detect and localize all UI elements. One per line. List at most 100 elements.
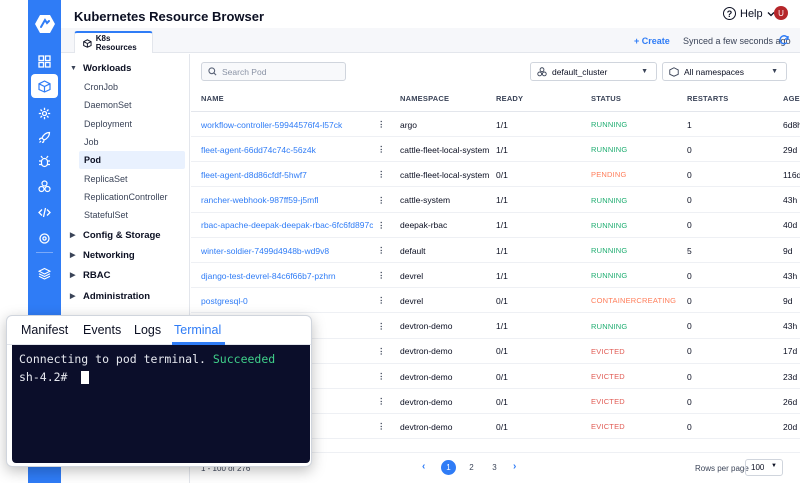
row-menu-icon[interactable]: ⋮ xyxy=(377,288,383,313)
pod-age: 43h xyxy=(783,321,798,332)
table-row[interactable]: fleet-agent-66dd74c74c-56z4k ⋮ cattle-flee… xyxy=(191,137,800,163)
rocket-deploy-icon[interactable] xyxy=(28,125,61,149)
next-page-icon[interactable]: › xyxy=(513,461,516,472)
tab-terminal[interactable]: Terminal xyxy=(174,323,221,337)
stack-layers-icon[interactable] xyxy=(28,261,61,285)
pod-namespace: deepak-rbac xyxy=(400,220,448,231)
tree-item-job[interactable]: Job xyxy=(61,133,185,151)
chevron-down-icon: ▼ xyxy=(771,68,778,75)
table-row[interactable]: postgresql-0 ⋮ devrel 0/1 CONTAINERCREATING 0… xyxy=(191,288,800,314)
namespace-select[interactable]: All namespaces ▼ xyxy=(662,62,787,81)
pod-name-link[interactable]: rancher-webhook-987ff59-j5mfl xyxy=(201,188,373,213)
page-2-button[interactable]: 2 xyxy=(464,460,479,475)
table-row[interactable]: winter-soldier-7499d4948b-wd9v8 ⋮ default 1… xyxy=(191,238,800,263)
pod-name-link[interactable]: django-test-devrel-84c6f66b7-pzhrn xyxy=(201,263,373,288)
cluster-select[interactable]: default_cluster ▼ xyxy=(530,62,657,81)
tree-item-deployment[interactable]: Deployment xyxy=(61,115,185,133)
pod-ready: 0/1 xyxy=(496,169,508,180)
tree-item-replicaset[interactable]: ReplicaSet xyxy=(61,170,185,188)
row-menu-icon[interactable]: ⋮ xyxy=(377,389,383,414)
search-input[interactable]: Search Pod xyxy=(201,62,346,81)
table-row[interactable]: rancher-webhook-987ff59-j5mfl ⋮ cattle-sys… xyxy=(191,188,800,213)
row-menu-icon[interactable]: ⋮ xyxy=(377,213,383,238)
clusters-icon[interactable] xyxy=(28,174,61,198)
pod-age: 17d xyxy=(783,346,798,357)
caret-right-icon: ▶ xyxy=(70,272,76,279)
row-menu-icon[interactable]: ⋮ xyxy=(377,162,383,187)
row-menu-icon[interactable]: ⋮ xyxy=(377,263,383,288)
page-3-button[interactable]: 3 xyxy=(487,460,502,475)
pod-restarts: 0 xyxy=(687,169,692,180)
bug-security-icon[interactable] xyxy=(28,149,61,173)
tab-k8s-resources[interactable]: K8s Resources xyxy=(74,31,153,53)
tree-item-statefulset[interactable]: StatefulSet xyxy=(61,206,185,224)
tab-logs[interactable]: Logs xyxy=(134,323,161,337)
pod-restarts: 0 xyxy=(687,346,692,357)
row-menu-icon[interactable]: ⋮ xyxy=(377,314,383,339)
column-header-name[interactable]: NAME xyxy=(201,94,224,103)
pod-name-link[interactable]: fleet-agent-d8d86cfdf-5hwf7 xyxy=(201,162,373,187)
tab-label: K8s Resources xyxy=(95,34,137,52)
pod-status: PENDING xyxy=(591,170,627,180)
pod-status: RUNNING xyxy=(591,271,628,281)
pod-age: 20d xyxy=(783,421,798,432)
apps-grid-icon[interactable] xyxy=(28,49,61,73)
devtron-logo-icon[interactable] xyxy=(34,14,56,34)
row-menu-icon[interactable]: ⋮ xyxy=(377,364,383,389)
row-menu-icon[interactable]: ⋮ xyxy=(377,188,383,213)
help-menu[interactable]: ? Help xyxy=(723,7,775,20)
pod-name-link[interactable]: postgresql-0 xyxy=(201,288,373,313)
user-avatar[interactable]: U xyxy=(774,6,788,20)
connection-status: Succeeded xyxy=(212,352,276,366)
terminal-connect-line: Connecting to pod terminal. Succeeded xyxy=(19,352,276,366)
row-menu-icon[interactable]: ⋮ xyxy=(377,339,383,364)
tree-item-daemonset[interactable]: DaemonSet xyxy=(61,96,185,114)
column-header-namespace[interactable]: NAMESPACE xyxy=(400,94,449,103)
settings-gear-icon[interactable] xyxy=(28,226,61,250)
code-icon[interactable] xyxy=(28,200,61,224)
table-row[interactable]: workflow-controller-59944576f4-l57ck ⋮ arg… xyxy=(191,112,800,137)
pod-name-link[interactable]: winter-soldier-7499d4948b-wd9v8 xyxy=(201,238,373,263)
tree-group-workloads[interactable]: ▼ Workloads xyxy=(61,59,185,77)
tree-item-cronjob[interactable]: CronJob xyxy=(61,78,185,96)
row-menu-icon[interactable]: ⋮ xyxy=(377,112,383,137)
table-row[interactable]: rbac-apache-deepak-deepak-rbac-6fc6fd897… xyxy=(191,213,800,238)
pod-namespace: devtron-demo xyxy=(400,371,453,382)
refresh-icon[interactable] xyxy=(778,34,790,46)
table-row[interactable]: fleet-agent-d8d86cfdf-5hwf7 ⋮ cattle-fleet… xyxy=(191,162,800,188)
pod-restarts: 0 xyxy=(687,396,692,407)
prev-page-icon[interactable]: ‹ xyxy=(422,461,425,472)
pod-name-link[interactable]: workflow-controller-59944576f4-l57ck xyxy=(201,112,373,137)
row-menu-icon[interactable]: ⋮ xyxy=(377,414,383,439)
cube-icon xyxy=(83,38,92,48)
resource-browser-cube-icon[interactable] xyxy=(31,74,58,98)
page-1-button[interactable]: 1 xyxy=(441,460,456,475)
pod-name-link[interactable]: fleet-agent-66dd74c74c-56z4k xyxy=(201,137,373,162)
tree-group-networking[interactable]: ▶ Networking xyxy=(61,246,185,264)
column-header-restarts[interactable]: RESTARTS xyxy=(687,94,728,103)
pod-name-link[interactable]: rbac-apache-deepak-deepak-rbac-6fc6fd897… xyxy=(201,213,373,238)
column-header-age[interactable]: AGE xyxy=(783,94,800,103)
column-header-ready[interactable]: READY xyxy=(496,94,523,103)
tree-item-replicationcontroller[interactable]: ReplicationController xyxy=(61,188,185,206)
column-header-status[interactable]: STATUS xyxy=(591,94,621,103)
tree-item-pod[interactable]: Pod xyxy=(79,151,185,169)
row-menu-icon[interactable]: ⋮ xyxy=(377,137,383,162)
tab-events[interactable]: Events xyxy=(83,323,121,337)
pod-status: RUNNING xyxy=(591,246,628,255)
pod-restarts: 0 xyxy=(687,321,692,332)
tree-group-config-storage[interactable]: ▶ Config & Storage xyxy=(61,226,185,244)
pod-age: 29d xyxy=(783,144,798,155)
tab-manifest[interactable]: Manifest xyxy=(21,323,68,337)
row-menu-icon[interactable]: ⋮ xyxy=(377,238,383,263)
tree-group-administration[interactable]: ▶ Administration xyxy=(61,287,185,305)
gear-cluster-icon[interactable] xyxy=(28,101,61,125)
table-row[interactable]: django-test-devrel-84c6f66b7-pzhrn ⋮ devre… xyxy=(191,263,800,289)
terminal-prompt-line: sh-4.2# xyxy=(19,370,90,384)
pod-namespace: devrel xyxy=(400,295,424,306)
terminal-console[interactable]: Connecting to pod terminal. Succeeded sh… xyxy=(12,345,310,463)
create-button[interactable]: + Create xyxy=(634,36,670,46)
rows-per-page-select[interactable]: 100 ▼ xyxy=(745,459,783,476)
pod-status: EVICTED xyxy=(591,422,625,432)
tree-group-rbac[interactable]: ▶ RBAC xyxy=(61,266,185,284)
